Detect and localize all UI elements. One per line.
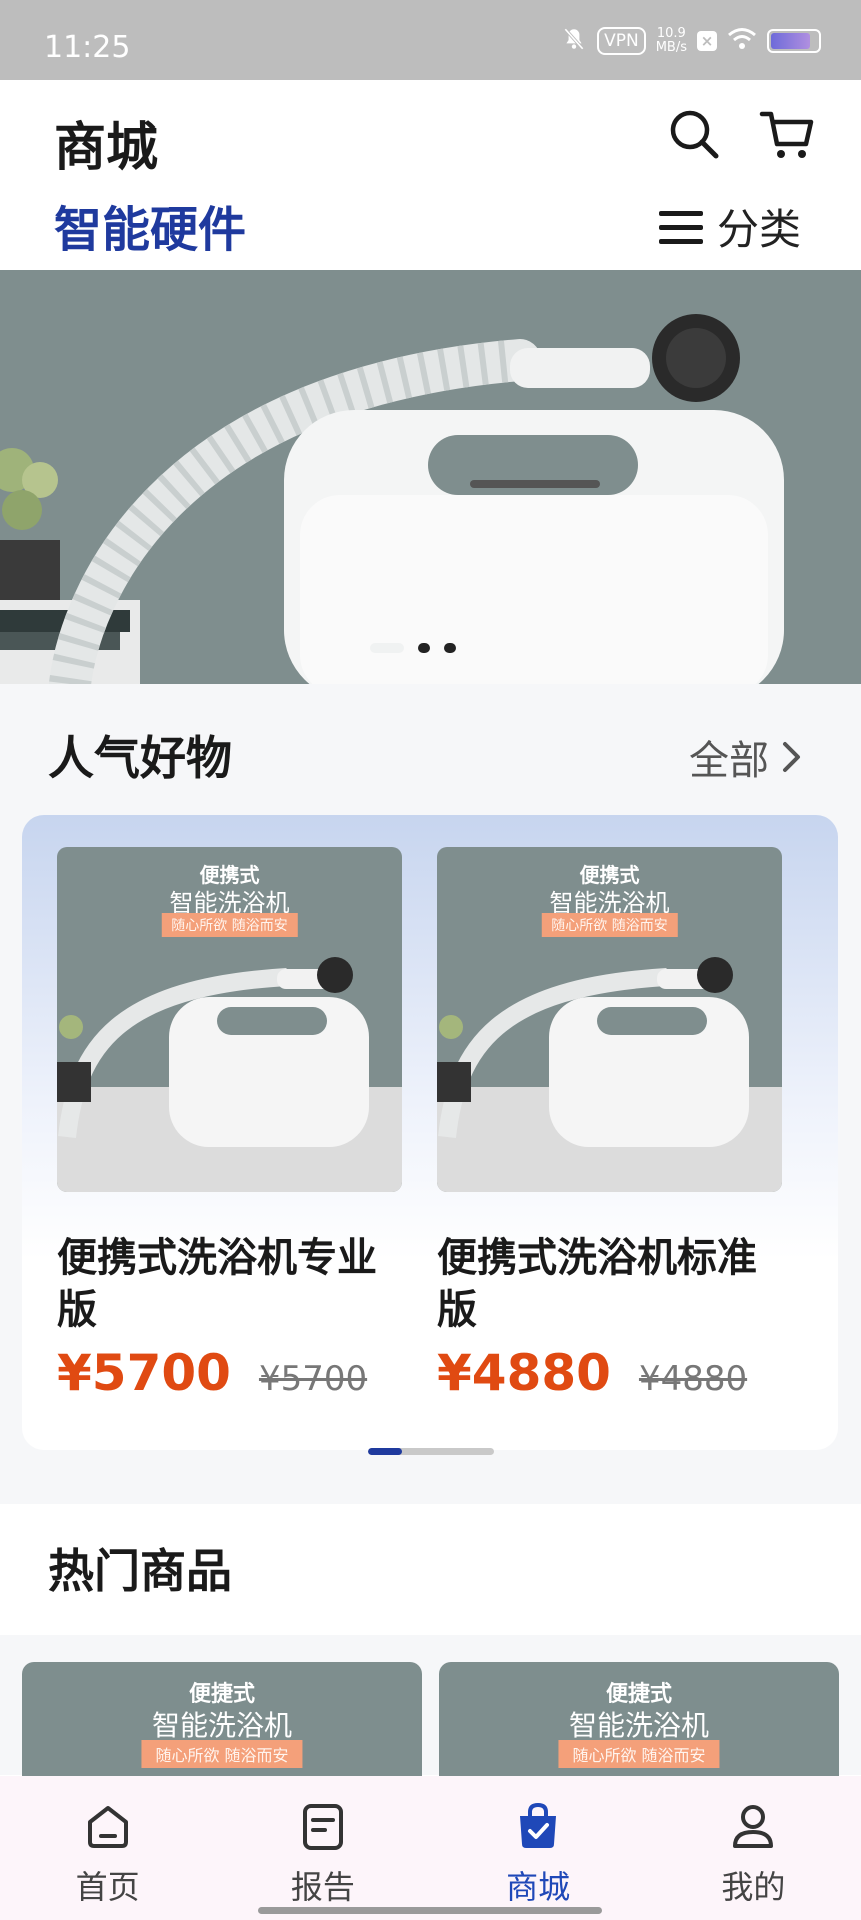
product-original-price: ¥5700 (258, 1359, 368, 1399)
shopping-bag-icon (520, 1802, 557, 1848)
status-icons: VPN 10.9 MB/s × (561, 26, 821, 56)
vpn-badge: VPN (597, 27, 646, 55)
menu-icon (658, 210, 703, 244)
carousel-scroll-thumb (368, 1448, 403, 1455)
tab-label: 我的 (721, 1868, 786, 1906)
status-time: 11:25 (44, 30, 131, 65)
hot-card-line2: 智能洗浴机 (568, 1709, 709, 1742)
page-title: 商城 (54, 118, 159, 178)
tab-store[interactable]: 商城 (431, 1776, 646, 1920)
banner-product-image (0, 270, 861, 684)
wifi-icon (727, 27, 757, 55)
home-indicator[interactable] (258, 1907, 602, 1914)
hot-card-tag: 随心所欲 随浴而安 (141, 1740, 303, 1768)
popular-products-carousel[interactable]: 便携式 智能洗浴机 随心所欲 随浴而安 便携式洗浴机专业版 ¥5700 ¥570… (22, 815, 838, 1450)
hot-card-tag: 随心所欲 随浴而安 (558, 1740, 720, 1768)
net-speed-value: 10.9 (656, 26, 686, 41)
product-image: 便携式 智能洗浴机 随心所欲 随浴而安 (437, 847, 782, 1192)
category-button[interactable]: 分类 (658, 196, 801, 257)
category-label: 分类 (716, 205, 801, 254)
banner-pagination (370, 643, 456, 653)
banner-dot[interactable] (418, 643, 430, 653)
search-icon (670, 110, 719, 159)
product-card[interactable]: 便携式 智能洗浴机 随心所欲 随浴而安 便携式洗浴机专业版 ¥5700 ¥570… (57, 847, 402, 1402)
see-all-link[interactable]: 全部 (689, 728, 803, 786)
product-image-tag: 随心所欲 随浴而安 (161, 913, 298, 937)
store-subtitle: 智能硬件 (54, 202, 247, 258)
battery-icon (767, 29, 821, 53)
product-image-tag: 随心所欲 随浴而安 (541, 913, 678, 937)
chevron-right-icon (783, 742, 800, 772)
profile-icon (733, 1805, 774, 1848)
cart-button[interactable] (758, 104, 818, 164)
close-box-icon: × (697, 31, 717, 51)
net-speed-unit: MB/s (655, 40, 687, 55)
product-price: ¥5700 (57, 1344, 231, 1402)
price-row: ¥5700 ¥5700 (57, 1344, 402, 1402)
tab-label: 商城 (506, 1868, 571, 1906)
bottom-tab-bar: 首页 报告 商城 我的 (0, 1776, 861, 1920)
search-button[interactable] (664, 104, 724, 164)
product-name: 便携式洗浴机专业版 (57, 1235, 377, 1333)
mute-icon (561, 26, 587, 56)
status-bar: 11:25 VPN 10.9 MB/s × (0, 0, 861, 80)
tab-report[interactable]: 报告 (215, 1776, 430, 1920)
hot-product-card[interactable]: 便捷式 智能洗浴机 随心所欲 随浴而安 (439, 1662, 839, 1792)
tab-home[interactable]: 首页 (0, 1776, 215, 1920)
cart-icon (759, 111, 814, 158)
battery-fill (771, 33, 811, 49)
tab-label: 首页 (75, 1868, 140, 1906)
hot-section-header: 热门商品 (0, 1505, 861, 1635)
report-icon (302, 1804, 343, 1850)
popular-title: 人气好物 (48, 731, 232, 785)
product-name: 便携式洗浴机标准版 (437, 1235, 757, 1333)
promo-banner[interactable] (0, 270, 861, 684)
home-icon (87, 1806, 128, 1848)
banner-dot[interactable] (444, 643, 456, 653)
product-price: ¥4880 (437, 1344, 611, 1402)
hot-product-card[interactable]: 便捷式 智能洗浴机 随心所欲 随浴而安 (22, 1662, 422, 1792)
product-original-price: ¥4880 (638, 1359, 748, 1399)
product-image: 便携式 智能洗浴机 随心所欲 随浴而安 (57, 847, 402, 1192)
price-row: ¥4880 ¥4880 (437, 1344, 782, 1402)
tab-profile[interactable]: 我的 (646, 1776, 861, 1920)
banner-dot[interactable] (370, 643, 404, 653)
carousel-scroll-indicator (368, 1448, 494, 1455)
tab-label: 报告 (290, 1868, 355, 1906)
net-speed: 10.9 MB/s (656, 27, 687, 55)
hot-title: 热门商品 (48, 1544, 232, 1598)
product-card[interactable]: 便携式 智能洗浴机 随心所欲 随浴而安 便携式洗浴机标准版 ¥4880 ¥488… (437, 847, 782, 1402)
hot-card-line2: 智能洗浴机 (151, 1709, 292, 1742)
see-all-label: 全部 (689, 738, 769, 784)
